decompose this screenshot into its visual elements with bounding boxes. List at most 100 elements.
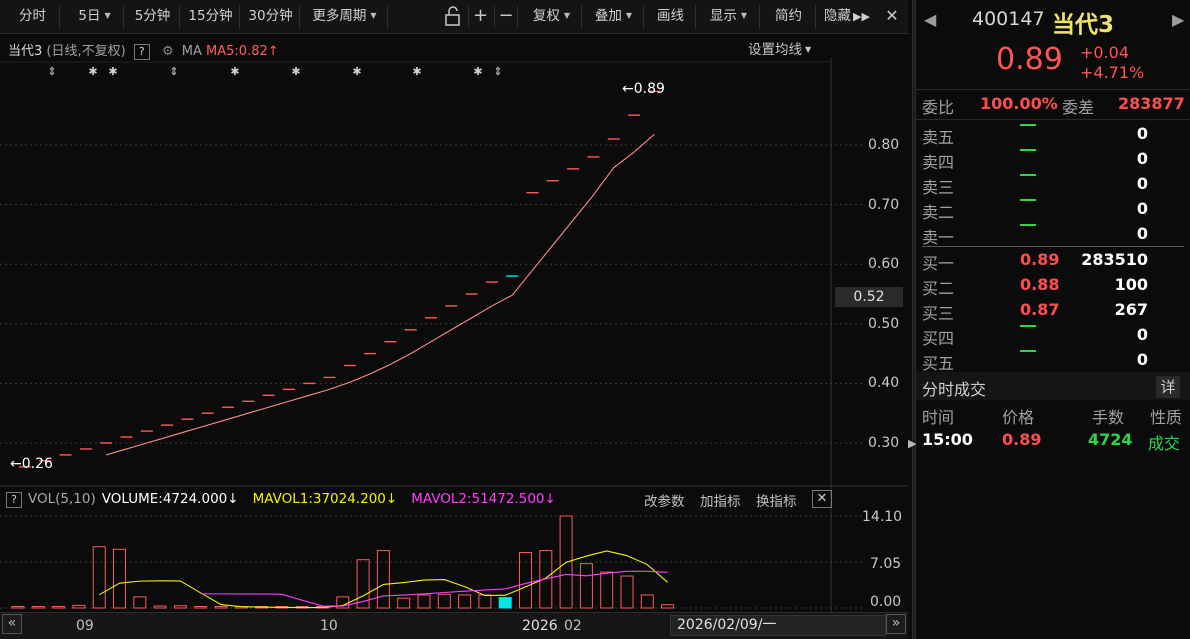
stock-code: 400147 [972,8,1045,30]
volume-bar [194,606,208,609]
empty-dash [1020,149,1036,151]
empty-dash [1020,350,1036,352]
tick-price: 0.89 [1002,430,1042,449]
order-ratio-row: 委比 100.00% 委差 283877 [922,94,1185,118]
sell-level-label: 卖五 [922,128,955,147]
ticks-header: 分时成交 [916,372,1190,400]
x-label: 02 [564,618,582,634]
empty-dash [1020,224,1036,226]
ma5-line [106,133,655,456]
buy-row: 买五 0 [922,350,1184,374]
buy-volume: 0 [1136,325,1148,344]
empty-dash [1020,174,1036,176]
prev-stock-icon[interactable]: ◀ [924,10,936,29]
collapse-arrow-icon[interactable]: ▶ [908,437,916,450]
volume-bar [437,593,451,609]
buy-volume: 100 [1114,275,1148,294]
empty-dash [1020,199,1036,201]
volume-bar [458,594,472,609]
sell-level-label: 卖二 [922,203,955,222]
event-marker-icon: ✱ [230,65,239,78]
weicha-label: 委差 [1062,98,1095,117]
volume-bar [52,606,66,609]
sell-volume: 0 [1136,199,1148,218]
sell-row: 卖五 0 [922,124,1184,148]
volume-bar [640,594,654,609]
vol-y-tick: 14.10 [862,509,903,525]
volume-bar [214,606,228,609]
buy-row: 买四 0 [922,325,1184,349]
vol-y-tick: 0.00 [870,594,902,610]
buy-level-label: 买二 [922,279,955,298]
volume-bar [519,552,532,609]
ticks-column-headers: 时间 价格 手数 性质 [922,404,1184,428]
weicha-value: 283877 [1118,94,1185,113]
volume-bar [11,606,25,609]
buy-level-label: 买四 [922,329,955,348]
sell-volume: 0 [1136,124,1148,143]
buy-volume: 0 [1136,350,1148,369]
sell-row: 卖三 0 [922,174,1184,198]
buy-volume: 283510 [1081,250,1148,269]
switch-indicator-button[interactable]: 换指标 [756,490,797,510]
quote-panel: ◀ 400147 当代3 ▶ 0.89 +0.04 +4.71% 委比 100.… [916,0,1190,639]
sell-level-label: 卖一 [922,228,955,247]
help-icon[interactable]: ? [6,492,22,508]
sell-level-label: 卖三 [922,178,955,197]
buy-price: 0.87 [1020,300,1060,319]
event-marker-icon: ✱ [352,65,361,78]
volume-bar [153,605,167,609]
x-label: 2026 [522,618,558,634]
last-price: 0.89 [996,42,1063,77]
buy-volume: 267 [1114,300,1148,319]
vol-y-tick: 7.05 [870,556,902,572]
tick-volume: 4724 [1088,430,1133,449]
sell-row: 卖四 0 [922,149,1184,173]
buy-row: 买一 0.89 283510 [922,250,1184,274]
sell-volume: 0 [1136,174,1148,193]
low-marker-value: 0.26 [21,456,53,472]
event-marker-icon: ✱ [291,65,300,78]
volume-bar [92,546,106,609]
x-label: 09 [76,618,94,634]
volume-bar [376,550,390,609]
arrow-down-icon: ↓ [227,491,239,507]
volume-bar [72,604,86,609]
edit-params-button[interactable]: 改参数 [644,490,685,510]
sell-row: 卖二 0 [922,199,1184,223]
scroll-right-icon[interactable]: » [886,614,906,634]
event-marker-icon: ⇕ [47,65,56,78]
scroll-left-icon[interactable]: « [2,614,22,634]
volume-bar [133,596,147,609]
quote-header: ◀ 400147 当代3 ▶ 0.89 +0.04 +4.71% [916,0,1190,90]
stock-name-title: 当代3 [1052,12,1115,38]
y-tick: 0.80 [868,137,900,153]
event-marker-icon: ✱ [473,65,482,78]
buy-level-label: 买五 [922,354,955,373]
weibi-label: 委比 [922,98,955,117]
event-marker-icon: ⇕ [169,65,178,78]
next-stock-icon[interactable]: ▶ [1172,10,1184,29]
y-tick: 0.70 [868,197,900,213]
close-icon[interactable]: ✕ [812,490,832,508]
price-chart[interactable]: ⇕ ✱ ✱ ⇕ ✱ ✱ ✱ ✱ ✱ ⇕ [0,0,908,612]
low-marker: ←0.26 [10,456,53,472]
volume-bar [173,605,187,609]
volume-bar [661,604,675,609]
mavol2-value: MAVOL2:51472.500 [411,491,545,507]
event-marker-icon: ✱ [412,65,421,78]
high-marker-value: 0.89 [633,81,665,97]
high-marker: ←0.89 [622,81,665,97]
empty-dash [1020,325,1036,327]
separator [916,119,1190,120]
buy-price: 0.88 [1020,275,1060,294]
event-marker-icon: ✱ [108,65,117,78]
volume-bar [31,606,45,609]
add-indicator-button[interactable]: 加指标 [700,490,741,510]
buy-row: 买三 0.87 267 [922,300,1184,324]
y-tick: 0.30 [868,435,900,451]
detail-button[interactable]: 详 [1156,376,1180,398]
change-percent: +4.71% [1080,63,1145,82]
date-tag: 2026/02/09/一 [670,615,886,636]
sell-volume: 0 [1136,149,1148,168]
